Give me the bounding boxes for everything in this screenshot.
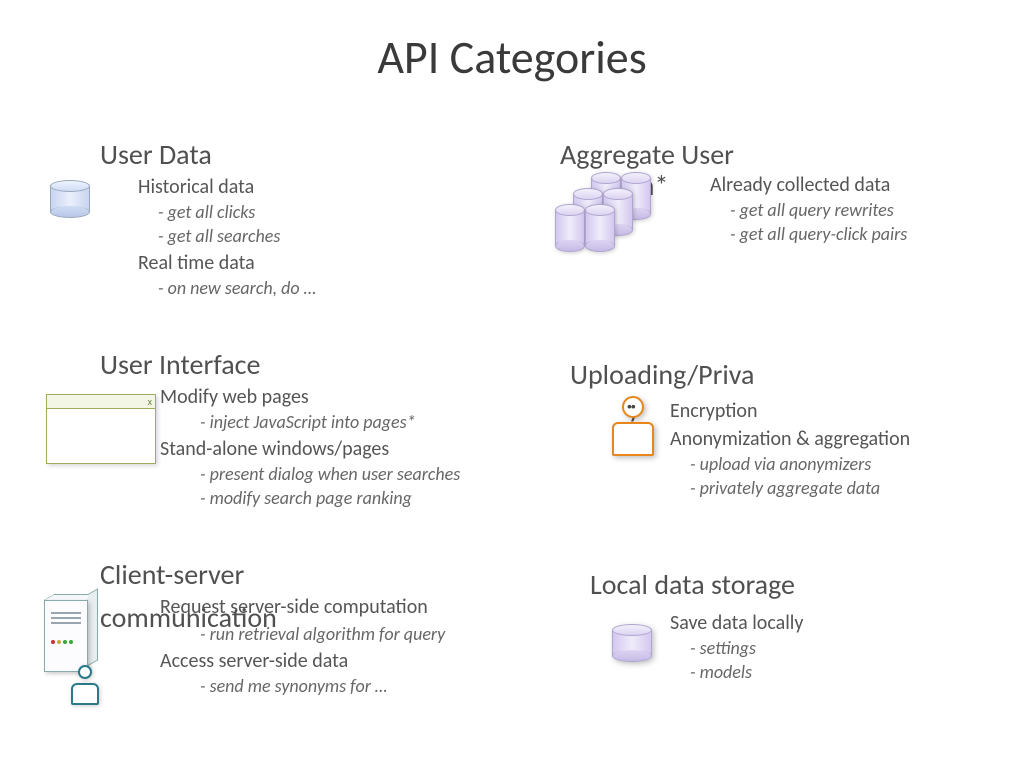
person-privacy-icon <box>610 396 656 456</box>
group-label: Historical data <box>138 175 316 199</box>
item-text: - modify search page ranking <box>200 487 460 509</box>
server-icon <box>44 600 104 705</box>
browser-window-icon: x <box>46 394 156 464</box>
database-cylinder-icon <box>612 624 652 662</box>
heading-ui: User Interface <box>100 350 460 381</box>
group-label: Stand-alone windows/pages <box>160 437 460 461</box>
item-text: - get all query-click pairs <box>730 223 907 245</box>
heading-upload: Uploading/Priva <box>570 360 910 391</box>
heading-clientserver-l2: communication <box>100 603 277 634</box>
item-text: - present dialog when user searches <box>200 463 460 485</box>
category-userdata: User Data Historical data - get all clic… <box>100 140 316 299</box>
heading-userdata: User Data <box>100 140 316 171</box>
group-label: Real time data <box>138 251 316 275</box>
heading-aggregate: Aggregate User <box>560 140 907 171</box>
database-cylinder-icon <box>50 180 90 218</box>
item-text: - upload via anonymizers <box>690 453 910 475</box>
heading-storage: Local data storage <box>590 570 803 601</box>
category-clientserver: Client-server Request server-side comput… <box>100 560 445 697</box>
item-text: - get all query rewrites <box>730 199 907 221</box>
item-text: - get all searches <box>158 225 316 247</box>
item-text: - on new search, do … <box>158 277 316 299</box>
item-text: - get all clicks <box>158 201 316 223</box>
group-label: Encryption <box>670 399 910 423</box>
group-label: Already collected data <box>710 173 890 197</box>
item-text: - inject JavaScript into pages* <box>200 411 460 433</box>
item-text: - models <box>690 661 803 683</box>
heading-clientserver-l1: Client-server <box>100 560 445 591</box>
group-label: Save data locally <box>670 611 803 635</box>
item-text: - privately aggregate data <box>690 477 910 499</box>
item-text: - settings <box>690 637 803 659</box>
item-text: - send me synonyms for … <box>200 675 445 697</box>
group-label: Modify web pages <box>160 385 460 409</box>
slide-title: API Categories <box>0 0 1024 86</box>
group-label: Anonymization & aggregation <box>670 427 910 451</box>
group-label: Access server-side data <box>160 649 445 673</box>
multi-database-icon <box>555 178 675 278</box>
